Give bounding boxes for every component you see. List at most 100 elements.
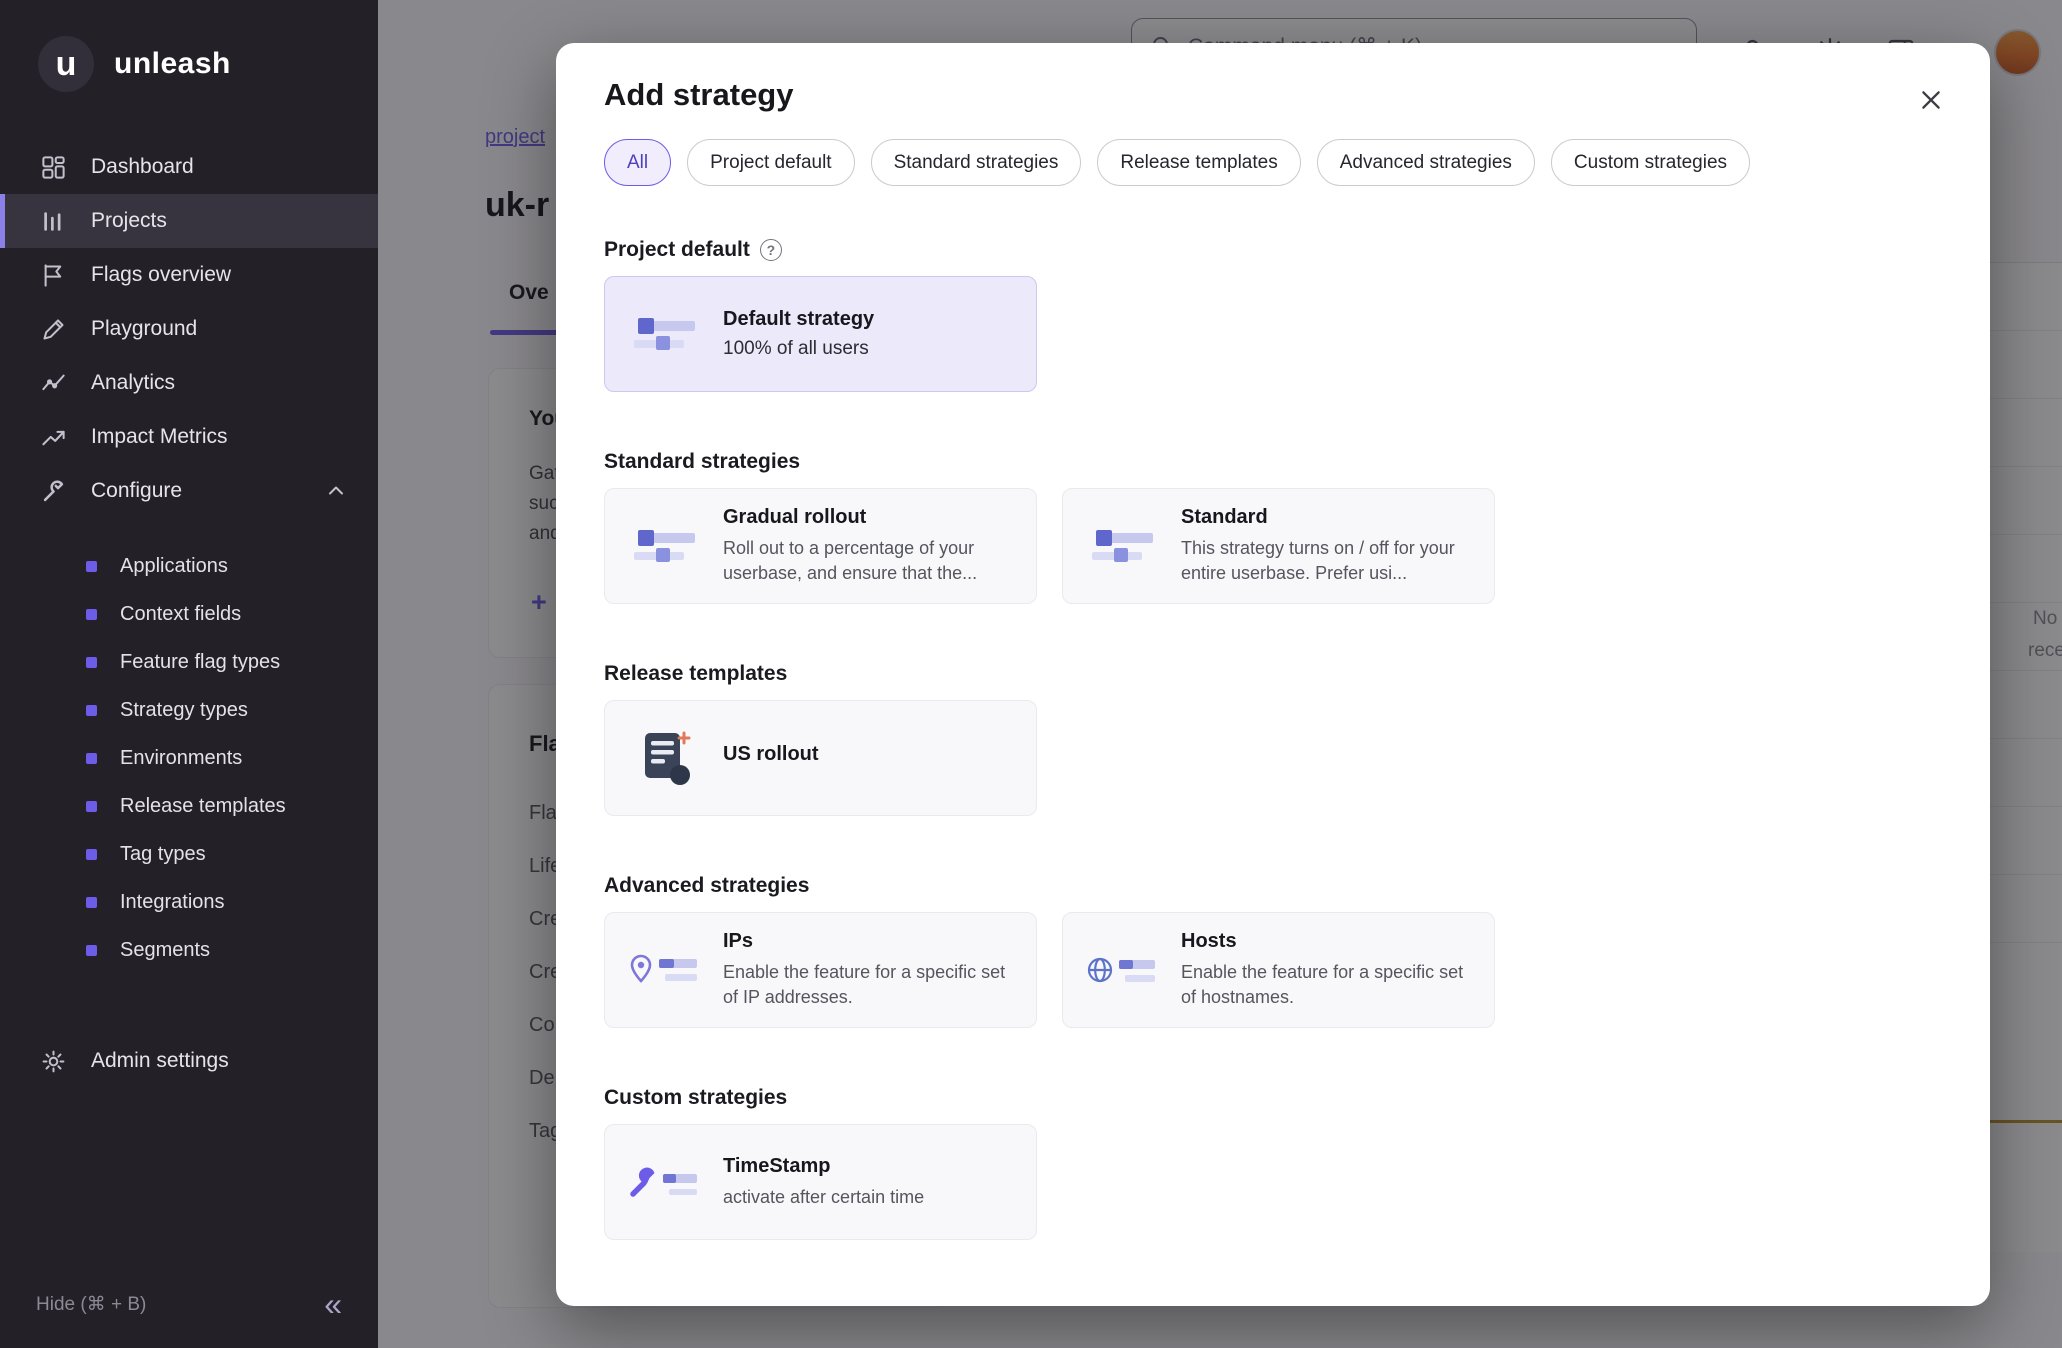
close-button[interactable] (1910, 79, 1952, 121)
collapse-sidebar-icon[interactable]: « (324, 1288, 342, 1320)
filter-chip-custom-strategies[interactable]: Custom strategies (1551, 139, 1750, 186)
filter-chip-advanced-strategies[interactable]: Advanced strategies (1317, 139, 1535, 186)
filter-chip-release-templates[interactable]: Release templates (1097, 139, 1300, 186)
sidebar-item-label: Playground (91, 317, 197, 341)
brand-name: unleash (114, 47, 231, 81)
sidebar-item-label: Dashboard (91, 155, 194, 179)
section-heading-label: Standard strategies (604, 450, 800, 474)
rollout-icon (631, 528, 699, 564)
hide-shortcut-label: Hide (⌘ + B) (36, 1293, 146, 1316)
sidebar-subitem-context-fields[interactable]: Context fields (0, 590, 378, 638)
sidebar-subitem-applications[interactable]: Applications (0, 542, 378, 590)
unleash-logo-icon: u (38, 36, 94, 92)
add-strategy-modal: Add strategy All Project default Standar… (556, 43, 1990, 1306)
strategy-card-title: Default strategy (723, 308, 1016, 331)
close-icon (1918, 87, 1944, 113)
rollout-icon (631, 316, 699, 352)
strategy-card-hosts[interactable]: Hosts Enable the feature for a specific … (1062, 912, 1495, 1028)
sidebar-item-label: Projects (91, 209, 167, 233)
sidebar-item-configure[interactable]: Configure (0, 464, 378, 518)
bullet-icon (86, 801, 97, 812)
sidebar-item-label: Configure (91, 479, 182, 503)
sidebar-subitem-release-templates[interactable]: Release templates (0, 782, 378, 830)
sidebar-item-flags-overview[interactable]: Flags overview (0, 248, 378, 302)
sidebar-footer: Hide (⌘ + B) « (0, 1288, 378, 1320)
sidebar-item-analytics[interactable]: Analytics (0, 356, 378, 410)
strategy-card-gradual-rollout[interactable]: Gradual rollout Roll out to a percentage… (604, 488, 1037, 604)
strategy-card-description: Enable the feature for a specific set of… (1181, 960, 1474, 1010)
projects-icon (40, 208, 67, 235)
configure-submenu: Applications Context fields Feature flag… (0, 518, 378, 974)
sidebar-item-label: Analytics (91, 371, 175, 395)
flag-icon (40, 262, 67, 289)
sidebar-item-label: Impact Metrics (91, 425, 228, 449)
bullet-icon (86, 609, 97, 620)
sidebar-subitem-label: Segments (120, 939, 210, 962)
sidebar-subitem-tag-types[interactable]: Tag types (0, 830, 378, 878)
section-heading-advanced-strategies: Advanced strategies (604, 874, 809, 898)
strategy-filter-chips: All Project default Standard strategies … (604, 139, 1942, 186)
section-heading-custom-strategies: Custom strategies (604, 1086, 787, 1110)
sidebar-subitem-feature-flag-types[interactable]: Feature flag types (0, 638, 378, 686)
strategy-card-title: Hosts (1181, 930, 1474, 953)
sidebar-subitem-label: Applications (120, 555, 228, 578)
strategy-card-title: IPs (723, 930, 1016, 953)
sidebar-subitem-label: Tag types (120, 843, 206, 866)
globe-icon (1087, 951, 1159, 989)
sidebar-item-dashboard[interactable]: Dashboard (0, 140, 378, 194)
bullet-icon (86, 561, 97, 572)
filter-chip-standard-strategies[interactable]: Standard strategies (871, 139, 1082, 186)
logo[interactable]: u unleash (0, 0, 378, 120)
strategy-card-timestamp[interactable]: TimeStamp activate after certain time (604, 1124, 1037, 1240)
bullet-icon (86, 753, 97, 764)
section-heading-standard-strategies: Standard strategies (604, 450, 800, 474)
bullet-icon (86, 657, 97, 668)
release-template-icon (636, 729, 694, 787)
template-card-us-rollout[interactable]: US rollout (604, 700, 1037, 816)
analytics-icon (40, 370, 67, 397)
bullet-icon (86, 945, 97, 956)
strategy-card-description: Enable the feature for a specific set of… (723, 960, 1016, 1010)
app-root: Command menu (⌘ + K) project uk-r Ove Yo… (0, 0, 2062, 1348)
sidebar-item-projects[interactable]: Projects (0, 194, 378, 248)
sidebar-subitem-label: Integrations (120, 891, 225, 914)
sidebar-item-label: Flags overview (91, 263, 231, 287)
pencil-icon (40, 316, 67, 343)
trend-icon (40, 424, 67, 451)
filter-chip-all[interactable]: All (604, 139, 671, 186)
sidebar-item-impact-metrics[interactable]: Impact Metrics (0, 410, 378, 464)
section-heading-release-templates: Release templates (604, 662, 787, 686)
strategy-card-title: Standard (1181, 506, 1474, 529)
strategy-card-subtitle: 100% of all users (723, 338, 1016, 360)
sidebar-subitem-label: Strategy types (120, 699, 248, 722)
strategy-card-description: Roll out to a percentage of your userbas… (723, 536, 1016, 586)
sidebar-subitem-label: Feature flag types (120, 651, 280, 674)
gear-icon (40, 1048, 67, 1075)
section-heading-project-default: Project default ? (604, 238, 782, 262)
strategy-card-title: TimeStamp (723, 1155, 1016, 1178)
sidebar-item-playground[interactable]: Playground (0, 302, 378, 356)
bullet-icon (86, 705, 97, 716)
template-card-title: US rollout (723, 743, 1016, 766)
sidebar-subitem-integrations[interactable]: Integrations (0, 878, 378, 926)
sidebar-item-admin-settings[interactable]: Admin settings (0, 1034, 378, 1088)
filter-chip-project-default[interactable]: Project default (687, 139, 854, 186)
sidebar-subitem-label: Release templates (120, 795, 286, 818)
strategy-card-standard[interactable]: Standard This strategy turns on / off fo… (1062, 488, 1495, 604)
rollout-icon (1089, 528, 1157, 564)
sidebar-subitem-label: Context fields (120, 603, 241, 626)
sidebar-subitem-segments[interactable]: Segments (0, 926, 378, 974)
strategy-card-ips[interactable]: IPs Enable the feature for a specific se… (604, 912, 1037, 1028)
section-heading-label: Advanced strategies (604, 874, 809, 898)
sidebar-subitem-environments[interactable]: Environments (0, 734, 378, 782)
wrench-icon (40, 478, 67, 505)
strategy-card-description: activate after certain time (723, 1185, 1016, 1210)
help-icon[interactable]: ? (760, 239, 782, 261)
section-heading-label: Release templates (604, 662, 787, 686)
sidebar-subitem-strategy-types[interactable]: Strategy types (0, 686, 378, 734)
sidebar: u unleash Dashboard Projects Flags overv… (0, 0, 378, 1348)
modal-title: Add strategy (604, 77, 1942, 113)
strategy-card-default[interactable]: Default strategy 100% of all users (604, 276, 1037, 392)
strategy-card-description: This strategy turns on / off for your en… (1181, 536, 1474, 586)
ip-pin-icon (629, 951, 701, 989)
